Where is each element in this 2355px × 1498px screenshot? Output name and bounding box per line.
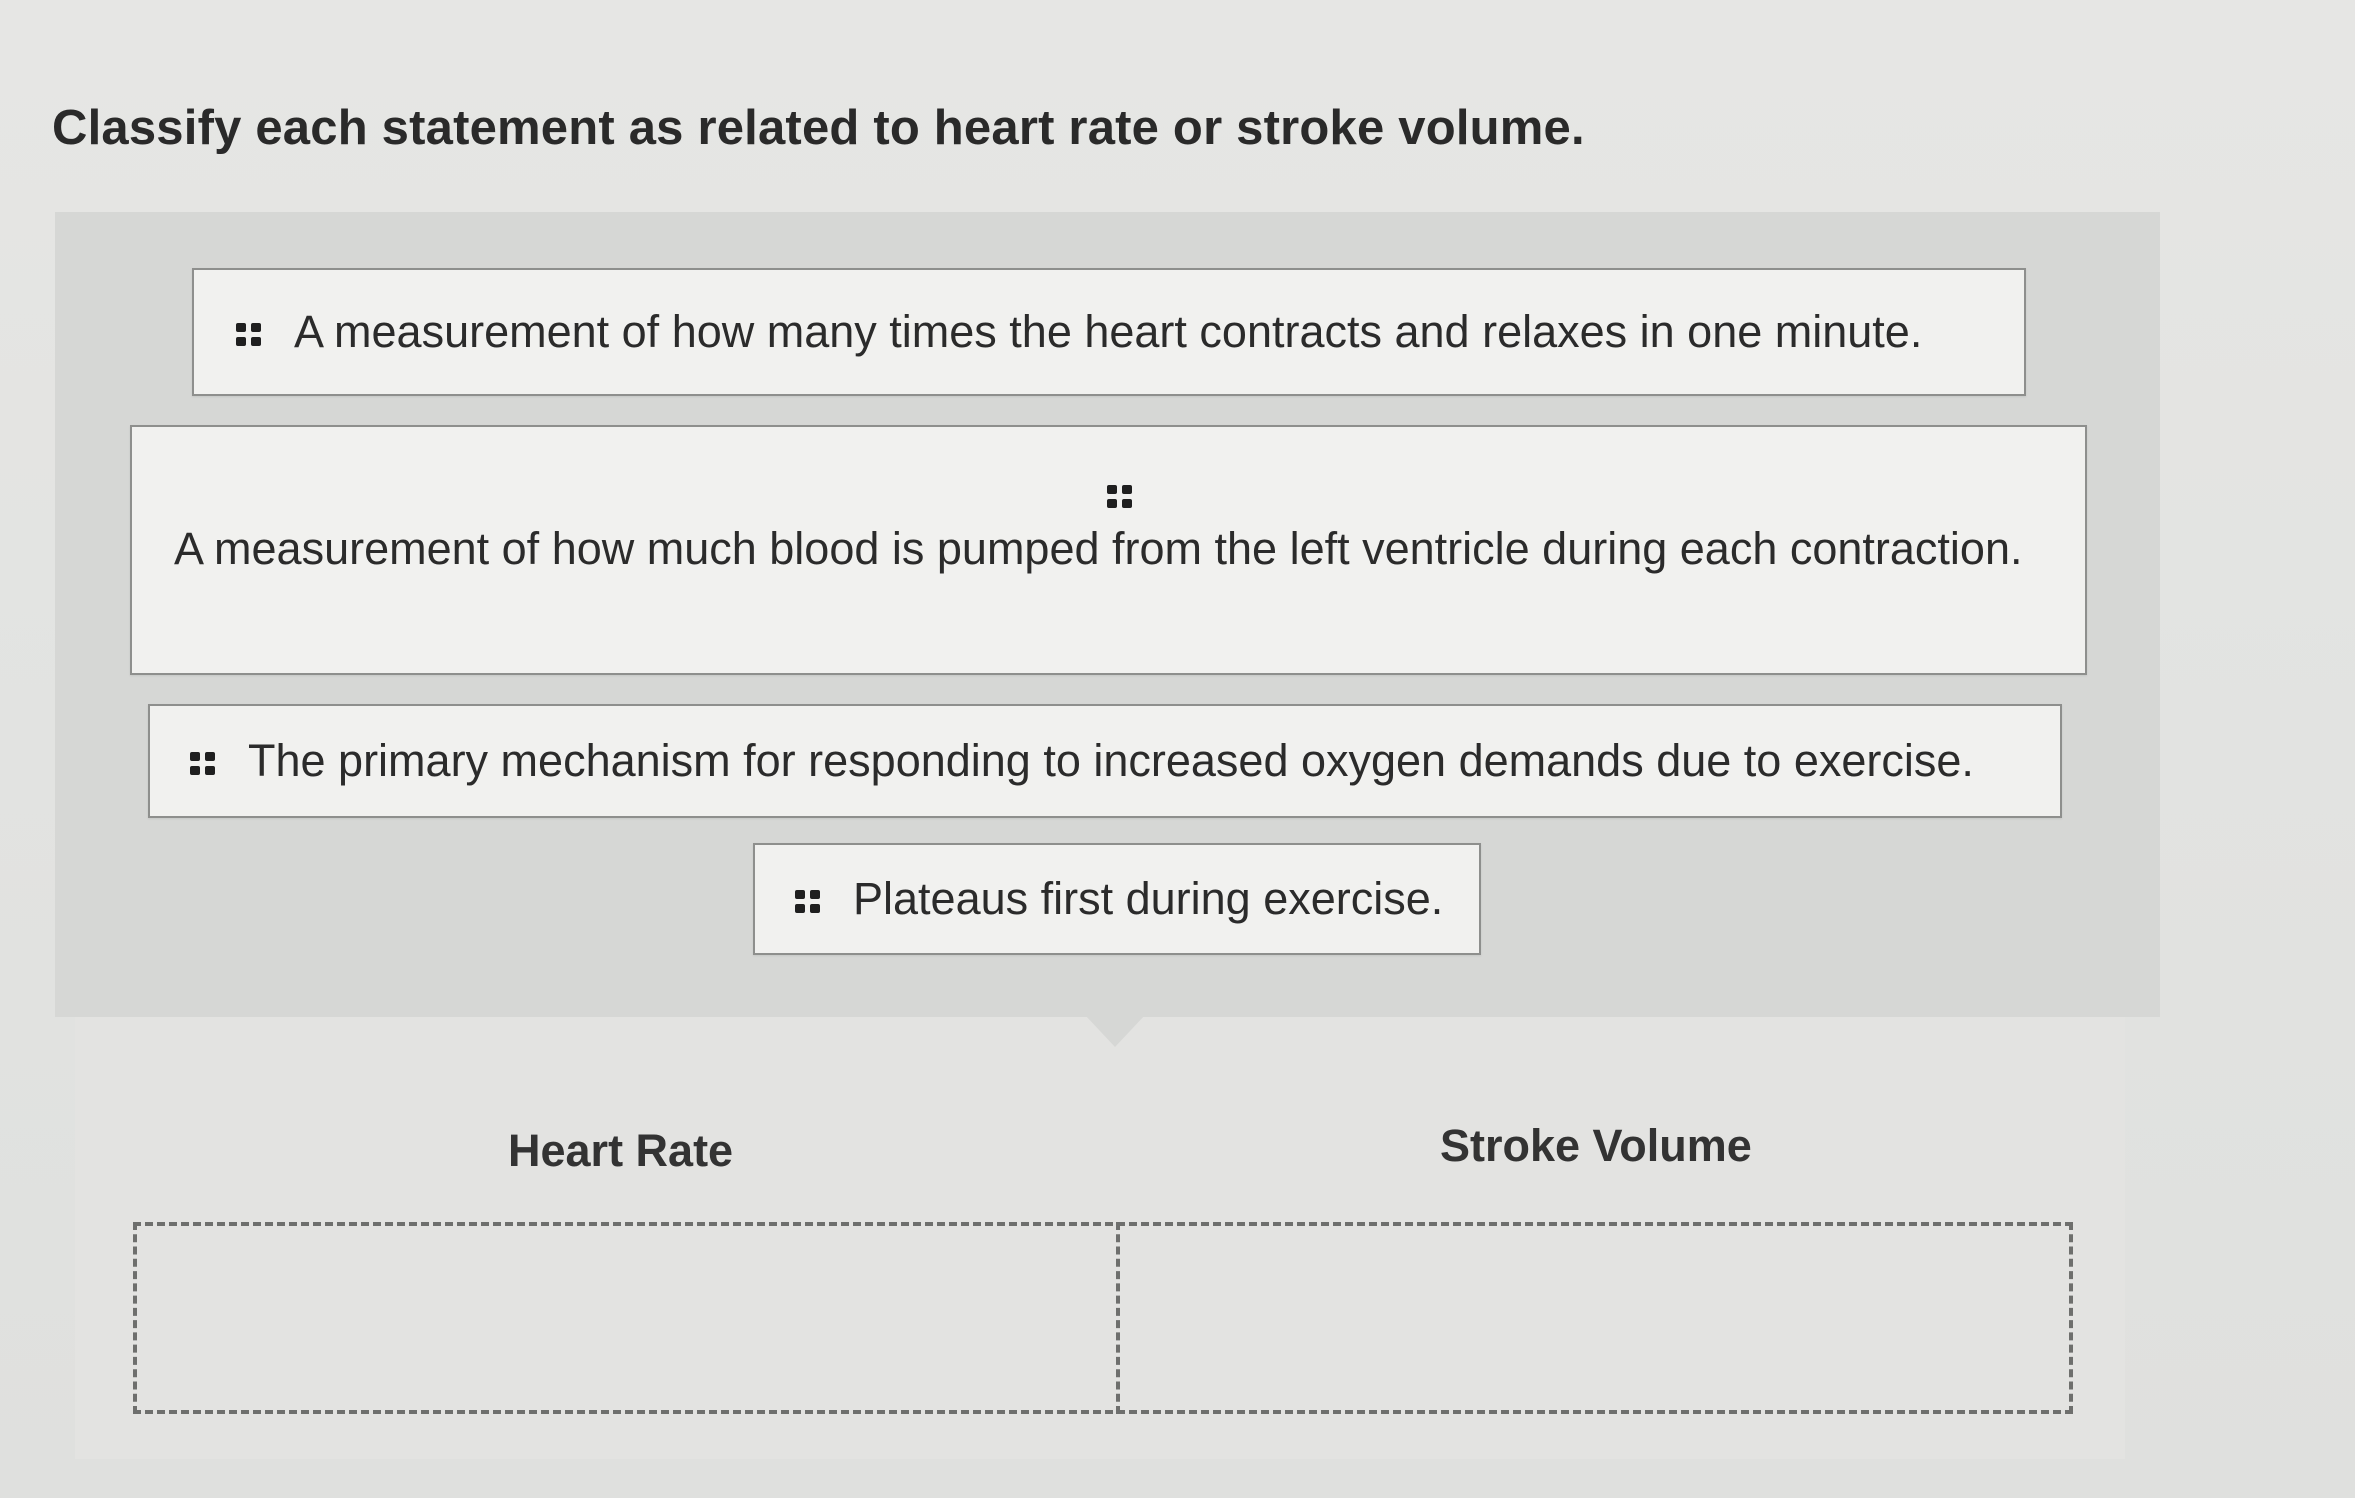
divider-notch: [1085, 1015, 1145, 1047]
statement-text: Plateaus first during exercise.: [853, 873, 1444, 924]
question-prompt: Classify each statement as related to he…: [52, 101, 1585, 155]
heart-rate-drop-zone[interactable]: [137, 1226, 1116, 1410]
statement-text: A measurement of how much blood is pumpe…: [174, 523, 2023, 574]
statement-tile-1[interactable]: A measurement of how many times the hear…: [192, 268, 2026, 396]
stroke-volume-heading: Stroke Volume: [1440, 1120, 1752, 1171]
heart-rate-heading: Heart Rate: [508, 1125, 734, 1176]
drag-handle-icon[interactable]: [190, 735, 218, 787]
statement-text: The primary mechanism for responding to …: [248, 735, 1974, 786]
statement-text: A measurement of how many times the hear…: [294, 306, 1923, 357]
statement-tile-3[interactable]: The primary mechanism for responding to …: [148, 704, 2062, 818]
statement-tile-2[interactable]: A measurement of how much blood is pumpe…: [130, 425, 2087, 675]
statement-tile-4[interactable]: Plateaus first during exercise.: [753, 843, 1481, 955]
drag-handle-icon[interactable]: [1107, 468, 1135, 520]
stroke-volume-drop-zone[interactable]: [1120, 1226, 2069, 1410]
drag-handle-icon[interactable]: [236, 306, 264, 358]
drag-handle-icon[interactable]: [795, 873, 823, 925]
